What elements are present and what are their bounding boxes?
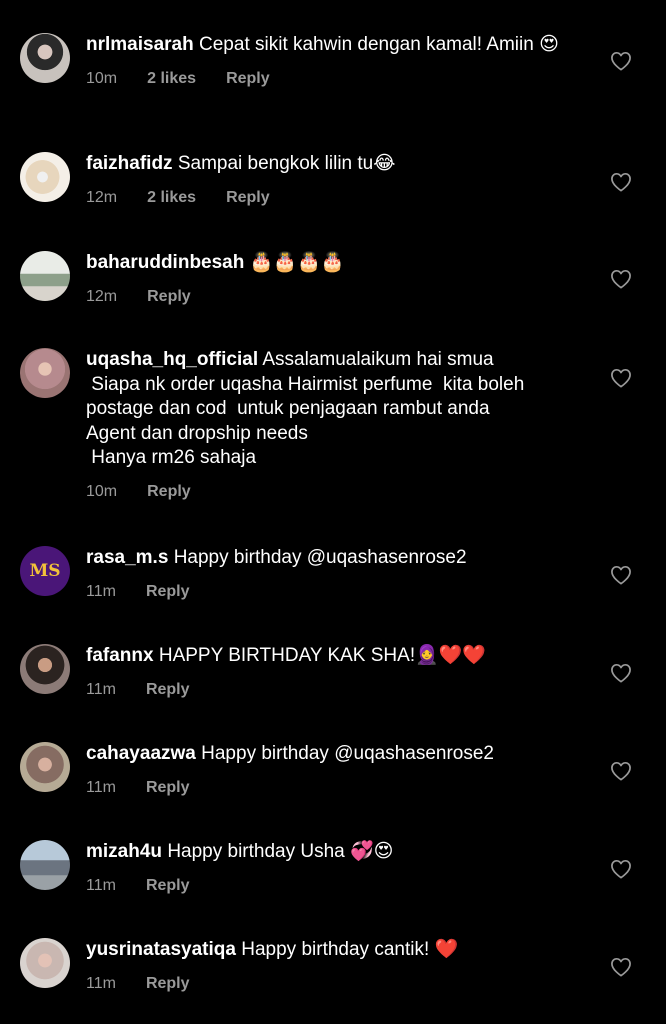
like-heart-icon[interactable] (610, 172, 632, 192)
comment-text-block: nrlmaisarah Cepat sikit kahwin dengan ka… (86, 33, 576, 58)
comment-text: Happy birthday cantik! ❤️ (241, 939, 459, 960)
comment-meta: 10m 2 likes Reply (86, 70, 576, 88)
comment-meta: 10m Reply (86, 483, 576, 501)
reply-button[interactable]: Reply (146, 877, 190, 895)
comment-body: fafannx HAPPY BIRTHDAY KAK SHA!🧕❤️❤️ 11m R… (86, 644, 576, 699)
comment-body: faizhafidz Sampai bengkok lilin tu😂 12m 2 … (86, 152, 576, 207)
comment-meta: 11m Reply (86, 975, 576, 993)
comment-body: yusrinatasyatiqa Happy birthday cantik! … (86, 938, 576, 993)
comment-body: nrlmaisarah Cepat sikit kahwin dengan ka… (86, 33, 576, 88)
comment-username[interactable]: cahayaazwa (86, 743, 196, 764)
comment-meta: 11m Reply (86, 877, 576, 895)
reply-button[interactable]: Reply (147, 288, 191, 306)
comment-text: Cepat sikit kahwin dengan kamal! Amiin 😍 (199, 34, 559, 55)
comment-body: mizah4u Happy birthday Usha 💞😍 11m Reply (86, 840, 576, 895)
comment-text-block: mizah4u Happy birthday Usha 💞😍 (86, 840, 576, 865)
avatar[interactable] (20, 33, 70, 83)
comment-body: rasa_m.s Happy birthday @uqashasenrose2 1… (86, 546, 576, 601)
like-heart-icon[interactable] (610, 859, 632, 879)
comment-text: Sampai bengkok lilin tu😂 (177, 153, 396, 174)
avatar[interactable] (20, 251, 70, 301)
like-heart-icon[interactable] (610, 51, 632, 71)
comment-username[interactable]: baharuddinbesah (86, 252, 244, 273)
comment-username[interactable]: fafannx (86, 645, 154, 666)
avatar[interactable] (20, 938, 70, 988)
comment-text: Happy birthday Usha 💞😍 (167, 841, 394, 862)
avatar[interactable]: MS (20, 546, 70, 596)
comment-text-block: cahayaazwa Happy birthday @uqashasenrose… (86, 742, 576, 767)
comment-text-block: uqasha_hq_official Assalamualaikum hai s… (86, 348, 576, 471)
like-heart-icon[interactable] (610, 957, 632, 977)
reply-button[interactable]: Reply (146, 779, 190, 797)
like-heart-icon[interactable] (610, 761, 632, 781)
avatar[interactable] (20, 152, 70, 202)
comment-username[interactable]: faizhafidz (86, 153, 173, 174)
reply-button[interactable]: Reply (146, 975, 190, 993)
like-heart-icon[interactable] (610, 269, 632, 289)
avatar-initials: MS (29, 561, 61, 581)
comment-time: 11m (86, 582, 116, 600)
comment-username[interactable]: nrlmaisarah (86, 34, 194, 55)
comment-text-block: faizhafidz Sampai bengkok lilin tu😂 (86, 152, 576, 177)
comment-meta: 12m 2 likes Reply (86, 189, 576, 207)
comment-body: uqasha_hq_official Assalamualaikum hai s… (86, 348, 576, 501)
comment-text-block: fafannx HAPPY BIRTHDAY KAK SHA!🧕❤️❤️ (86, 644, 576, 669)
comment-list: nrlmaisarah Cepat sikit kahwin dengan ka… (0, 0, 666, 1024)
comment-time: 11m (86, 876, 116, 894)
comment-time: 11m (86, 778, 116, 796)
avatar[interactable] (20, 840, 70, 890)
comment-likes[interactable]: 2 likes (147, 189, 196, 207)
like-heart-icon[interactable] (610, 565, 632, 585)
comment-username[interactable]: yusrinatasyatiqa (86, 939, 236, 960)
reply-button[interactable]: Reply (146, 681, 190, 699)
comment-body: cahayaazwa Happy birthday @uqashasenrose… (86, 742, 576, 797)
comment-text: 🎂🎂🎂🎂 (249, 252, 345, 273)
comment-username[interactable]: rasa_m.s (86, 547, 168, 568)
comment-time: 11m (86, 974, 116, 992)
comment-meta: 12m Reply (86, 288, 576, 306)
avatar[interactable] (20, 348, 70, 398)
comment-text-block: baharuddinbesah 🎂🎂🎂🎂 (86, 251, 576, 276)
reply-button[interactable]: Reply (226, 189, 270, 207)
avatar[interactable] (20, 742, 70, 792)
comment-text: Happy birthday @uqashasenrose2 (201, 743, 494, 764)
comment-text-block: rasa_m.s Happy birthday @uqashasenrose2 (86, 546, 576, 571)
comment-username[interactable]: mizah4u (86, 841, 162, 862)
comment-time: 11m (86, 680, 116, 698)
like-heart-icon[interactable] (610, 663, 632, 683)
comment-meta: 11m Reply (86, 779, 576, 797)
like-heart-icon[interactable] (610, 368, 632, 388)
comment-username[interactable]: uqasha_hq_official (86, 349, 258, 370)
reply-button[interactable]: Reply (226, 70, 270, 88)
comment-body: baharuddinbesah 🎂🎂🎂🎂 12m Reply (86, 251, 576, 306)
reply-button[interactable]: Reply (147, 483, 191, 501)
comment-meta: 11m Reply (86, 583, 576, 601)
comment-time: 12m (86, 287, 118, 305)
comment-likes[interactable]: 2 likes (147, 70, 196, 88)
avatar[interactable] (20, 644, 70, 694)
comment-text: HAPPY BIRTHDAY KAK SHA!🧕❤️❤️ (158, 645, 487, 666)
comment-text: Happy birthday @uqashasenrose2 (173, 547, 467, 568)
reply-button[interactable]: Reply (146, 583, 190, 601)
comment-meta: 11m Reply (86, 681, 576, 699)
comment-time: 10m (86, 69, 118, 87)
comment-time: 10m (86, 482, 118, 500)
comment-time: 12m (86, 188, 118, 206)
comment-text-block: yusrinatasyatiqa Happy birthday cantik! … (86, 938, 576, 963)
